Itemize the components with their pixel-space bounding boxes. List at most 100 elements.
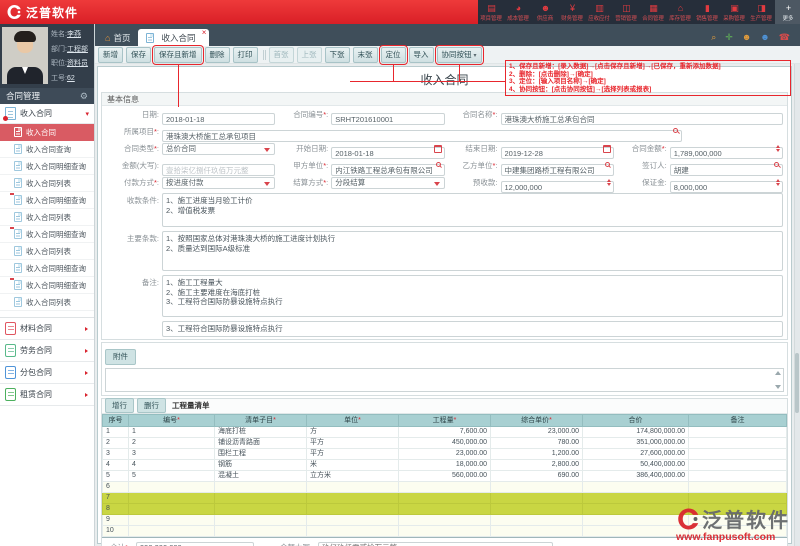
sidebar-group-income[interactable]: 收入合同 ▾ (0, 104, 94, 124)
amount-input[interactable] (669, 147, 783, 159)
topmenu-supplier[interactable]: ☻ 供应商 (532, 0, 559, 24)
search-icon[interactable] (774, 161, 779, 167)
sidebar-group-labor[interactable]: 劳务合同 (0, 340, 94, 362)
contract-type-select[interactable]: 总价合同 (162, 142, 276, 155)
scroll-up-icon[interactable] (775, 370, 781, 375)
sidebar-item[interactable]: 收入合同明细查询 (0, 192, 94, 209)
sidebar-item[interactable]: 收入合同列表 (0, 175, 94, 192)
stepper-icon[interactable] (606, 179, 611, 186)
total-input[interactable] (136, 541, 255, 546)
tab-home[interactable]: ⌂ 首页 (97, 29, 138, 46)
chevron-down-icon[interactable] (264, 181, 271, 186)
table-row[interactable]: 7 (102, 491, 787, 504)
sidebar-item[interactable]: 收入合同列表 (0, 294, 94, 311)
column-header[interactable]: 清单子目* (214, 413, 307, 427)
topmenu-finance[interactable]: ¥ 财务管理 (559, 0, 586, 24)
vertical-scrollbar[interactable] (794, 64, 800, 546)
search-icon[interactable] (673, 127, 678, 133)
chevron-down-icon[interactable] (264, 147, 271, 152)
tab-income-contract[interactable]: 收入合同 × (138, 29, 210, 46)
sidebar-group-subcontract[interactable]: 分包合同 (0, 362, 94, 384)
table-row[interactable]: 10 (102, 524, 787, 537)
delete-button[interactable]: 删除 (204, 46, 230, 63)
topmenu-receivable-payable[interactable]: ▥ 应收应付 (586, 0, 613, 24)
settle-method-select[interactable]: 分段结算 (331, 176, 445, 189)
topmenu-marketing[interactable]: ◫ 营销管理 (613, 0, 640, 24)
add-button[interactable]: 新增 (98, 46, 123, 63)
fullscreen-icon[interactable]: ✛ (725, 33, 733, 42)
table-row[interactable]: 1 1 海底打桩方 7,600.00 23,000.00 174,800,000.00 (102, 425, 787, 438)
party-a-input[interactable] (331, 164, 445, 176)
calendar-icon[interactable] (433, 144, 442, 153)
sidebar-group-material[interactable]: 材料合同 (0, 318, 94, 340)
table-row[interactable]: 4 4 钢筋米 18,000.00 2,800.00 50,400,000.00 (102, 458, 787, 471)
date-input[interactable] (162, 113, 276, 125)
print-button[interactable]: 打印 (232, 46, 258, 63)
topmenu-sales[interactable]: ▮ 销售管理 (694, 0, 721, 24)
user-icon[interactable]: ☻ (742, 33, 751, 42)
sidebar-item[interactable]: 收入合同列表 (0, 243, 94, 260)
end-date-input[interactable] (500, 147, 614, 159)
table-row[interactable]: 8 (102, 502, 787, 515)
column-header[interactable]: 综合单价* (490, 413, 583, 427)
save-button[interactable]: 保存 (126, 46, 151, 63)
users-icon[interactable]: ☻ (760, 33, 769, 42)
amount-words-input[interactable] (162, 164, 276, 176)
table-row[interactable]: 5 5 混凝土 立方米 560,000.00 690.00 386,400,000.00 (102, 469, 787, 482)
receive-terms-textarea[interactable]: 1、施工进度当月验工计价 2、增值税发票 (162, 193, 783, 227)
pay-method-select[interactable]: 按进度付款 (162, 176, 276, 189)
table-row[interactable]: 9 (102, 513, 787, 526)
topmenu-warehouse[interactable]: ⌂ 库存管理 (667, 0, 694, 24)
party-b-input[interactable] (500, 164, 614, 176)
stepper-icon[interactable] (776, 145, 780, 152)
scroll-down-icon[interactable] (775, 384, 781, 389)
calendar-icon[interactable] (602, 144, 611, 153)
sidebar-group-lease[interactable]: 租赁合同 (0, 384, 94, 406)
start-date-input[interactable] (331, 147, 445, 159)
import-button[interactable]: 导入 (408, 46, 434, 63)
attachment-area[interactable] (105, 367, 784, 392)
gear-icon[interactable]: ⚙ (80, 91, 88, 102)
sidebar-item[interactable]: 收入合同明细查询 (0, 260, 94, 277)
remark-textarea[interactable]: 1、施工工程量大 2、施工主要难度在海底打桩 3、工程符合国际防暴设施特点执行 (162, 275, 783, 317)
next-button[interactable]: 下张 (324, 46, 350, 63)
stepper-icon[interactable] (776, 179, 780, 186)
sidebar-item[interactable]: 收入合同明细查询 (0, 226, 94, 243)
last-button[interactable]: 末张 (352, 46, 378, 63)
table-row[interactable]: 3 3 围栏工程 平方 23,000.00 1,200.00 27,600,000.00 (102, 447, 787, 460)
attachment-button[interactable]: 附件 (105, 348, 136, 365)
deposit-input[interactable] (669, 181, 783, 193)
column-header[interactable]: 序号 (102, 413, 129, 427)
signer-input[interactable] (669, 164, 783, 176)
remark-extra-textarea[interactable]: 3、工程符合国际防暴设施特点执行 (162, 321, 783, 337)
search-icon[interactable]: ⌕ (711, 33, 716, 42)
topmenu-cost[interactable]: ◕ 成本管理 (505, 0, 532, 24)
column-header[interactable]: 备注 (688, 413, 787, 427)
locate-button[interactable]: 定位 (378, 44, 408, 81)
collab-button[interactable]: 协同按钮 ▾ (434, 44, 484, 81)
sidebar-item[interactable]: 收入合同列表 (0, 209, 94, 226)
topmenu-contract[interactable]: ▦ 合同管理 (640, 0, 667, 24)
chevron-down-icon[interactable] (433, 181, 440, 186)
save-and-add-button[interactable]: 保存且新增 (152, 44, 204, 107)
search-icon[interactable] (435, 161, 441, 167)
sidebar-item[interactable]: 收入合同查询 (0, 141, 94, 158)
contract-name-input[interactable] (500, 113, 783, 125)
search-icon[interactable] (604, 161, 610, 167)
table-row[interactable]: 2 2 铺设沥青路面 平方 450,000.00 780.00 351,000,000.00 (102, 436, 787, 449)
column-header[interactable]: 工程量* (398, 413, 491, 427)
project-input[interactable] (162, 130, 682, 142)
table-row[interactable]: 6 (102, 480, 787, 493)
delete-row-button[interactable]: 删行 (137, 398, 166, 413)
advance-input[interactable] (500, 181, 614, 193)
column-header[interactable]: 编号* (128, 413, 215, 427)
add-row-button[interactable]: 增行 (105, 398, 134, 413)
sidebar-item[interactable]: 收入合同 (0, 124, 94, 141)
topmenu-more[interactable]: + 更多 (775, 0, 800, 24)
topmenu-purchase[interactable]: ▣ 采购管理 (721, 0, 748, 24)
phone-icon[interactable]: ☎ (779, 33, 790, 42)
topmenu-production[interactable]: ◨ 生产管理 (748, 0, 775, 24)
total-words-input[interactable] (318, 541, 554, 546)
sidebar-item[interactable]: 收入合同明细查询 (0, 158, 94, 175)
column-header[interactable]: 单位* (306, 413, 399, 427)
